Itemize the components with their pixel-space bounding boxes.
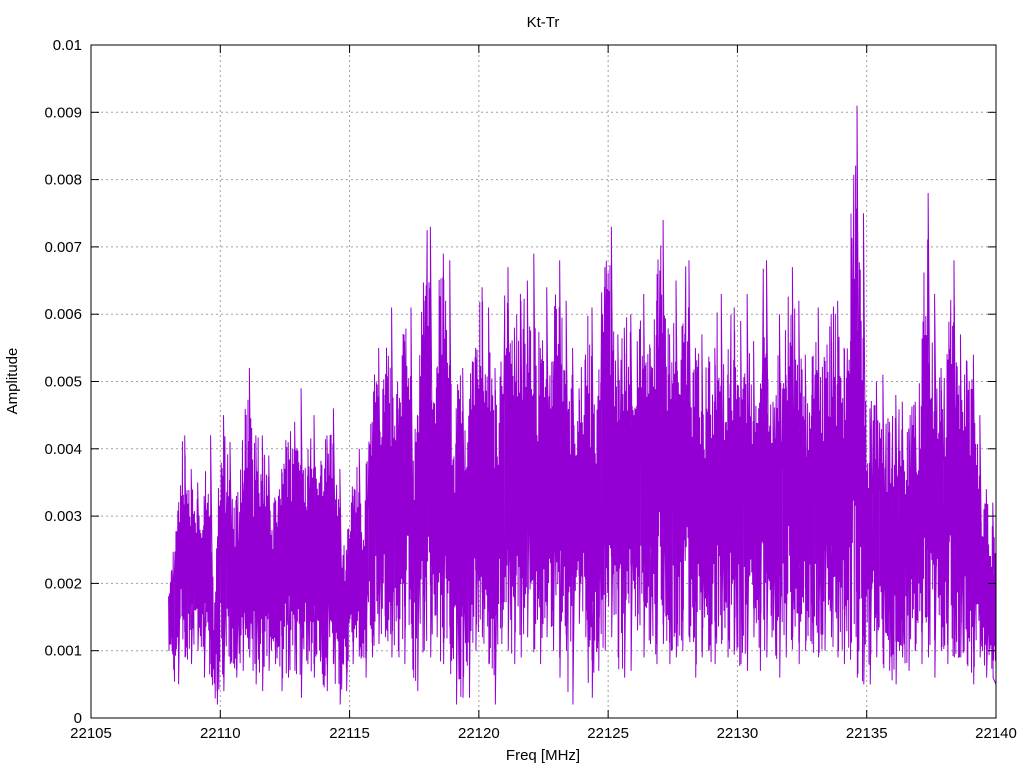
y-tick-label: 0.001 — [44, 643, 82, 660]
y-tick-label: 0.002 — [44, 575, 82, 592]
amplitude-spectrum-chart: 22105 22110 22115 22120 22125 22130 22135 22140… — [0, 0, 1024, 768]
chart-title: Kt-Tr — [527, 14, 560, 31]
y-tick-label: 0.01 — [53, 37, 82, 54]
x-tick-label: 22130 — [717, 725, 759, 742]
x-tick-label: 22115 — [329, 725, 370, 742]
y-tick-label: 0 — [74, 710, 82, 727]
x-tick-label: 22140 — [975, 725, 1017, 742]
y-tick-label: 0.004 — [44, 441, 82, 458]
x-tick-label: 22125 — [587, 725, 629, 742]
y-tick-label: 0.009 — [44, 104, 82, 121]
x-axis-title: Freq [MHz] — [506, 747, 580, 764]
x-tick-label: 22135 — [846, 725, 888, 742]
x-tick-label: 22105 — [70, 725, 112, 742]
y-tick-label: 0.006 — [44, 306, 82, 323]
x-tick-label: 22110 — [200, 725, 241, 742]
y-axis-title: Amplitude — [4, 348, 21, 415]
y-tick-label: 0.005 — [44, 374, 82, 391]
y-tick-label: 0.003 — [44, 508, 82, 525]
x-tick-label: 22120 — [458, 725, 500, 742]
y-tick-label: 0.007 — [44, 239, 82, 256]
y-tick-label: 0.008 — [44, 172, 82, 189]
